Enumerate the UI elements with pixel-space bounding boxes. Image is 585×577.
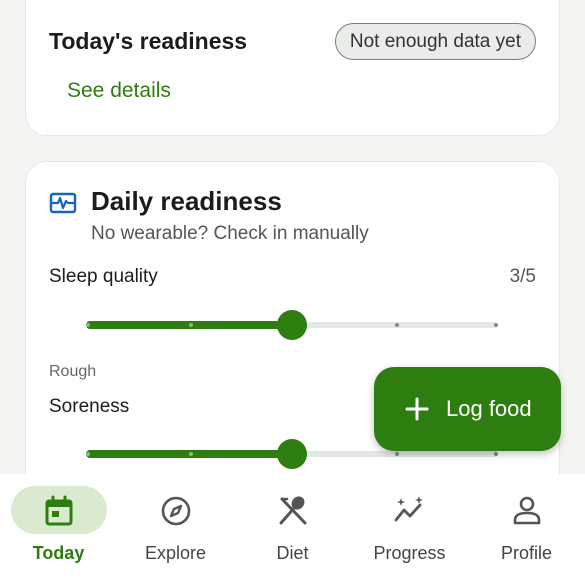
log-food-label: Log food [446, 396, 532, 421]
see-details-link[interactable]: See details [67, 79, 171, 103]
compass-icon [161, 496, 190, 526]
sleep-quality-slider[interactable] [86, 310, 498, 340]
nav-label-explore: Explore [144, 543, 207, 563]
nav-item-explore[interactable]: Explore [117, 474, 234, 577]
nav-label-profile: Profile [500, 543, 553, 563]
readiness-title: Today's readiness [49, 28, 248, 54]
soreness-label: Soreness [49, 396, 130, 417]
slider-tick [494, 452, 498, 456]
status-chip: Not enough data yet [334, 23, 536, 60]
slider-tick [86, 452, 90, 456]
nav-label-progress: Progress [373, 543, 446, 563]
daily-readiness-title: Daily readiness [91, 186, 282, 216]
slider-tick [189, 323, 193, 327]
nav-item-progress[interactable]: Progress [351, 474, 468, 577]
monitor-heart-icon [49, 192, 77, 214]
readiness-card: Today's readiness Not enough data yet Se… [25, 0, 560, 136]
sleep-quality-value: 3/5 [509, 266, 536, 287]
slider-tick [189, 452, 193, 456]
nav-label-diet: Diet [276, 543, 309, 563]
calendar-icon [45, 495, 72, 526]
slider-thumb[interactable] [277, 439, 307, 469]
nav-item-today[interactable]: Today [0, 474, 117, 577]
plus-icon [405, 397, 429, 421]
trend-sparkle-icon [394, 496, 423, 522]
bottom-navigation: Today Explore Diet Progress Profile [0, 474, 585, 577]
sleep-quality-min-label: Rough [49, 363, 97, 380]
utensils-icon [279, 496, 306, 525]
slider-tick [395, 452, 399, 456]
log-food-button[interactable]: Log food [374, 367, 561, 451]
person-icon [513, 496, 540, 525]
slider-tick [494, 323, 498, 327]
nav-label-today: Today [32, 543, 85, 563]
daily-readiness-subtitle: No wearable? Check in manually [91, 223, 369, 244]
slider-thumb[interactable] [277, 310, 307, 340]
slider-tick [395, 323, 399, 327]
sleep-quality-label: Sleep quality [49, 266, 158, 287]
slider-tick [86, 323, 90, 327]
nav-item-profile[interactable]: Profile [468, 474, 585, 577]
nav-item-diet[interactable]: Diet [234, 474, 351, 577]
